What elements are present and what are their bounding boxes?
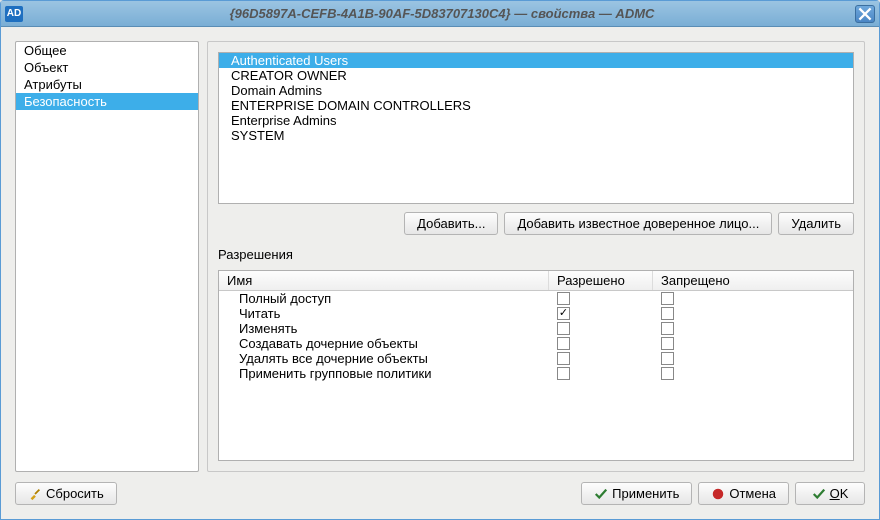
dialog-buttons: Сбросить Применить Отмена OK bbox=[15, 472, 865, 505]
allow-checkbox[interactable] bbox=[557, 292, 570, 305]
allow-checkbox[interactable] bbox=[557, 337, 570, 350]
allow-checkbox[interactable]: ✓ bbox=[557, 307, 570, 320]
titlebar[interactable]: AD {96D5897A-CEFB-4A1B-90AF-5D83707130C4… bbox=[1, 1, 879, 27]
allow-checkbox[interactable] bbox=[557, 367, 570, 380]
ok-check-icon bbox=[812, 487, 826, 501]
remove-principal-button[interactable]: Удалить bbox=[778, 212, 854, 235]
properties-dialog: AD {96D5897A-CEFB-4A1B-90AF-5D83707130C4… bbox=[0, 0, 880, 520]
deny-checkbox[interactable] bbox=[661, 337, 674, 350]
permission-row: Изменять bbox=[219, 321, 853, 336]
add-principal-button[interactable]: Добавить... bbox=[404, 212, 498, 235]
permission-name: Применить групповые политики bbox=[219, 366, 549, 381]
col-header-deny[interactable]: Запрещено bbox=[653, 271, 853, 290]
col-header-name[interactable]: Имя bbox=[219, 271, 549, 290]
window-title: {96D5897A-CEFB-4A1B-90AF-5D83707130C4} —… bbox=[29, 6, 855, 21]
permission-name: Создавать дочерние объекты bbox=[219, 336, 549, 351]
principal-row[interactable]: CREATOR OWNER bbox=[219, 68, 853, 83]
apply-button[interactable]: Применить bbox=[581, 482, 692, 505]
main-row: ОбщееОбъектАтрибутыБезопасность Authenti… bbox=[15, 41, 865, 472]
permissions-header: Имя Разрешено Запрещено bbox=[219, 271, 853, 291]
allow-checkbox[interactable] bbox=[557, 352, 570, 365]
deny-checkbox[interactable] bbox=[661, 352, 674, 365]
app-icon: AD bbox=[5, 6, 23, 22]
col-header-allow[interactable]: Разрешено bbox=[549, 271, 653, 290]
reset-button[interactable]: Сбросить bbox=[15, 482, 117, 505]
principal-row[interactable]: SYSTEM bbox=[219, 128, 853, 143]
add-wellknown-principal-button[interactable]: Добавить известное доверенное лицо... bbox=[504, 212, 772, 235]
spacer bbox=[123, 482, 575, 505]
permission-name: Изменять bbox=[219, 321, 549, 336]
principals-list[interactable]: Authenticated UsersCREATOR OWNERDomain A… bbox=[218, 52, 854, 204]
apply-label: Применить bbox=[612, 486, 679, 501]
cancel-button[interactable]: Отмена bbox=[698, 482, 789, 505]
principal-row[interactable]: ENTERPRISE DOMAIN CONTROLLERS bbox=[219, 98, 853, 113]
cancel-label: Отмена bbox=[729, 486, 776, 501]
permission-row: Применить групповые политики bbox=[219, 366, 853, 381]
check-icon bbox=[594, 487, 608, 501]
principal-row[interactable]: Domain Admins bbox=[219, 83, 853, 98]
close-button[interactable] bbox=[855, 5, 875, 23]
sidebar-item[interactable]: Объект bbox=[16, 59, 198, 76]
sidebar-item[interactable]: Общее bbox=[16, 42, 198, 59]
sidebar-item[interactable]: Безопасность bbox=[16, 93, 198, 110]
ok-label: OK bbox=[830, 486, 849, 501]
permission-name: Читать bbox=[219, 306, 549, 321]
permission-name: Удалять все дочерние объекты bbox=[219, 351, 549, 366]
permissions-body: Полный доступЧитать ✓ ИзменятьСоздавать до… bbox=[219, 291, 853, 460]
deny-checkbox[interactable] bbox=[661, 367, 674, 380]
permissions-table: Имя Разрешено Запрещено Полный доступЧит… bbox=[218, 270, 854, 461]
ok-button[interactable]: OK bbox=[795, 482, 865, 505]
dialog-body: ОбщееОбъектАтрибутыБезопасность Authenti… bbox=[1, 27, 879, 519]
permission-row: Создавать дочерние объекты bbox=[219, 336, 853, 351]
permission-row: Полный доступ bbox=[219, 291, 853, 306]
broom-icon bbox=[28, 487, 42, 501]
principal-row[interactable]: Authenticated Users bbox=[219, 53, 853, 68]
principal-buttons: Добавить... Добавить известное доверенно… bbox=[218, 212, 854, 235]
category-sidebar: ОбщееОбъектАтрибутыБезопасность bbox=[15, 41, 199, 472]
close-icon bbox=[858, 7, 872, 21]
stop-icon bbox=[711, 487, 725, 501]
allow-checkbox[interactable] bbox=[557, 322, 570, 335]
reset-label: Сбросить bbox=[46, 486, 104, 501]
permission-row: Удалять все дочерние объекты bbox=[219, 351, 853, 366]
sidebar-item[interactable]: Атрибуты bbox=[16, 76, 198, 93]
deny-checkbox[interactable] bbox=[661, 322, 674, 335]
permission-name: Полный доступ bbox=[219, 291, 549, 306]
security-panel: Authenticated UsersCREATOR OWNERDomain A… bbox=[207, 41, 865, 472]
deny-checkbox[interactable] bbox=[661, 292, 674, 305]
permissions-label: Разрешения bbox=[218, 243, 854, 262]
deny-checkbox[interactable] bbox=[661, 307, 674, 320]
principal-row[interactable]: Enterprise Admins bbox=[219, 113, 853, 128]
permission-row: Читать ✓ bbox=[219, 306, 853, 321]
